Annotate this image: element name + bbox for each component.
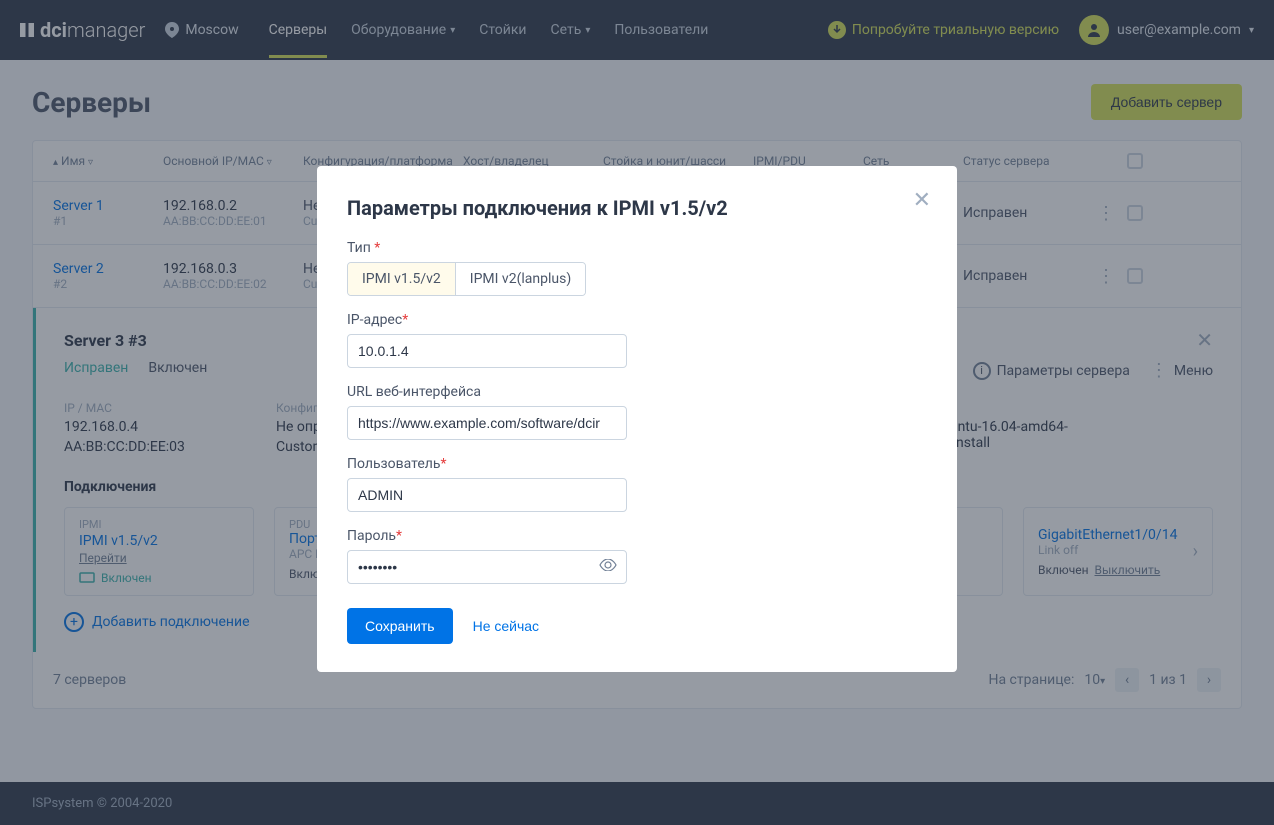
type-option-v2[interactable]: IPMI v2(lanplus) [456, 263, 585, 295]
ipmi-modal: ✕ Параметры подключения к IPMI v1.5/v2 Т… [317, 166, 957, 672]
user-label: Пользователь* [347, 456, 927, 472]
url-label: URL веб-интерфейса [347, 384, 927, 400]
url-input[interactable] [347, 406, 627, 440]
modal-overlay[interactable]: ✕ Параметры подключения к IPMI v1.5/v2 Т… [0, 0, 1274, 825]
ip-label: IP-адрес* [347, 312, 927, 328]
type-label: Тип * [347, 240, 927, 256]
modal-title: Параметры подключения к IPMI v1.5/v2 [347, 196, 927, 220]
close-icon[interactable]: ✕ [913, 188, 931, 213]
type-option-v15[interactable]: IPMI v1.5/v2 [348, 263, 456, 295]
ip-input[interactable] [347, 334, 627, 368]
password-input[interactable] [347, 550, 627, 584]
eye-icon[interactable] [599, 559, 617, 575]
not-now-button[interactable]: Не сейчас [473, 618, 539, 634]
user-input[interactable] [347, 478, 627, 512]
password-label: Пароль* [347, 528, 927, 544]
save-button[interactable]: Сохранить [347, 608, 453, 644]
type-segmented: IPMI v1.5/v2 IPMI v2(lanplus) [347, 262, 586, 296]
